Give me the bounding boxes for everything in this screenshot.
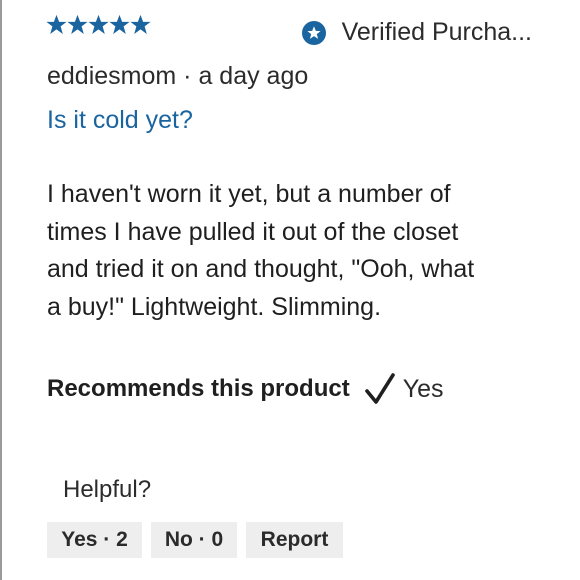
helpful-label: Helpful? <box>63 476 152 503</box>
review-body-line: times I have pulled it out of the closet <box>47 217 459 246</box>
review-body: I haven't worn it yet, but a number of t… <box>47 176 517 326</box>
report-button[interactable]: Report <box>246 522 343 558</box>
checkmark-icon <box>364 373 395 404</box>
recommends-product: Recommends this product Yes <box>47 373 444 405</box>
verified-purchase-label: Verified Purcha... <box>341 18 532 46</box>
star-icon <box>109 14 130 34</box>
review-body-line: a buy!" Lightweight. Slimming. <box>47 292 382 321</box>
review-title: Is it cold yet? <box>47 106 193 134</box>
author-name[interactable]: eddiesmom <box>47 62 176 90</box>
review-meta: eddiesmom · a day ago <box>47 62 308 91</box>
star-in-circle-icon <box>301 20 326 45</box>
review-body-line: and tried it on and thought, "Ooh, what <box>47 255 475 283</box>
verified-purchase-badge: Verified Purcha... <box>301 18 532 47</box>
star-rating <box>46 14 151 35</box>
recommends-label: Recommends this product <box>47 375 350 402</box>
helpful-no-button[interactable]: No · 0 <box>151 522 237 558</box>
recommends-value: Yes <box>402 374 444 403</box>
rating-row: Verified Purcha... <box>46 12 546 50</box>
star-icon <box>130 14 151 34</box>
star-icon <box>88 14 109 34</box>
star-icon <box>46 14 67 34</box>
star-icon <box>67 14 88 34</box>
review-time: a day ago <box>198 62 309 90</box>
review-body-line: I haven't worn it yet, but a number of <box>47 180 451 208</box>
helpful-yes-button[interactable]: Yes · 2 <box>47 522 142 558</box>
feedback-buttons: Yes · 2 No · 0 Report <box>47 522 352 558</box>
meta-separator: · <box>176 62 199 90</box>
left-border-divider <box>0 0 2 580</box>
